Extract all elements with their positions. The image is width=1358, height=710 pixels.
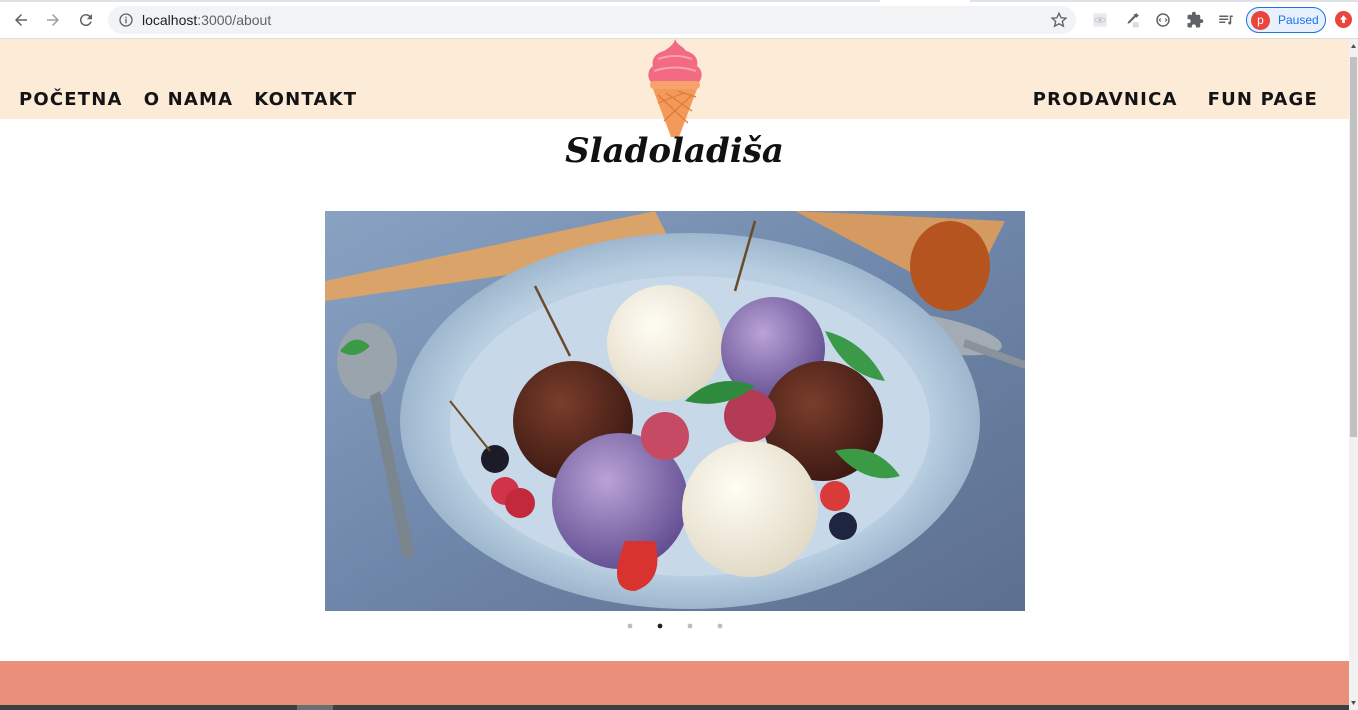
carousel-indicators	[0, 622, 1349, 630]
extension-circle-icon[interactable]	[1153, 10, 1173, 30]
forward-icon[interactable]	[42, 9, 64, 31]
carousel-dot-4[interactable]	[717, 623, 722, 629]
carousel-dot-2[interactable]	[657, 623, 662, 629]
url-host: localhost	[142, 12, 198, 28]
ice-cream-bowl-image	[325, 211, 1025, 611]
nav-link-o-nama[interactable]: O NAMA	[144, 89, 234, 110]
scrollbar-thumb[interactable]	[1350, 57, 1357, 437]
nav-left: POČETNA O NAMA KONTAKT	[19, 89, 357, 110]
nav-right: PRODAVNICA FUN PAGE	[1033, 89, 1318, 110]
star-icon[interactable]	[1050, 11, 1068, 29]
profile-status: Paused	[1278, 13, 1319, 27]
tab-strip-edge	[0, 0, 1358, 2]
eyedropper-icon[interactable]	[1122, 10, 1142, 30]
page: POČETNA O NAMA KONTAKT PRODAVNICA FUN PA…	[0, 39, 1349, 710]
puzzle-icon[interactable]	[1185, 10, 1205, 30]
react-devtools-icon[interactable]	[1090, 10, 1110, 30]
carousel-slide[interactable]	[325, 211, 1025, 611]
profile-button[interactable]: p Paused	[1246, 7, 1326, 33]
address-bar[interactable]: localhost:3000/about	[108, 6, 1076, 34]
back-icon[interactable]	[10, 9, 32, 31]
carousel-dot-3[interactable]	[687, 623, 692, 629]
nav-link-kontakt[interactable]: KONTAKT	[254, 89, 357, 110]
reload-icon[interactable]	[75, 9, 97, 31]
vertical-scrollbar[interactable]	[1349, 39, 1358, 710]
url-path: :3000/about	[197, 12, 272, 28]
nav-link-pocetna[interactable]: POČETNA	[19, 89, 123, 110]
avatar: p	[1251, 11, 1270, 30]
browser-toolbar: localhost:3000/about p Paused	[0, 0, 1358, 39]
scroll-down-icon[interactable]	[1350, 698, 1357, 708]
update-icon[interactable]	[1335, 11, 1352, 28]
url-text: localhost:3000/about	[142, 12, 271, 28]
taskbar-edge	[0, 705, 1349, 710]
scroll-up-icon[interactable]	[1350, 41, 1357, 51]
playlist-icon[interactable]	[1216, 10, 1236, 30]
nav-link-prodavnica[interactable]: PRODAVNICA	[1033, 89, 1178, 110]
brand-title: Sladoladiša	[565, 131, 784, 171]
ice-cream-logo-icon[interactable]	[644, 39, 706, 139]
nav-link-fun-page[interactable]: FUN PAGE	[1208, 89, 1318, 110]
info-icon[interactable]	[118, 12, 134, 28]
footer	[0, 661, 1349, 710]
carousel-dot-1[interactable]	[627, 623, 632, 629]
